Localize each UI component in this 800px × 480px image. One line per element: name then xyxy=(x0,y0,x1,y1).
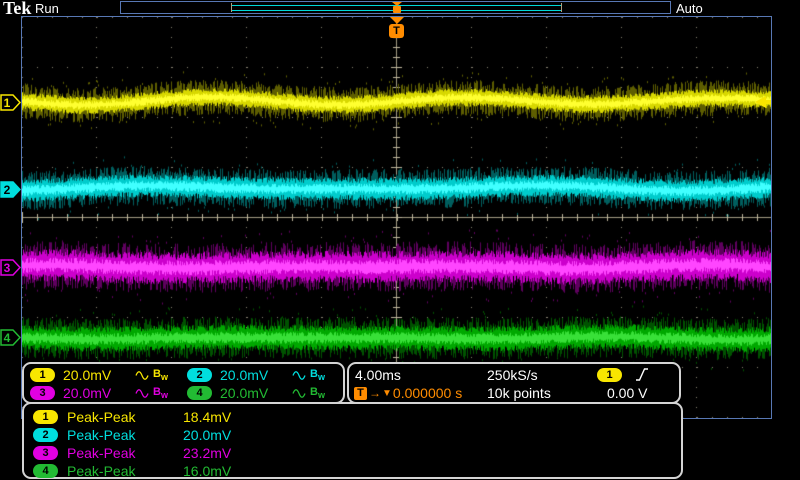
svg-text:4: 4 xyxy=(4,331,11,345)
channel-readout-box: 1 20.0mV Bw 2 20.0mV Bw 3 20.0mV Bw 4 20… xyxy=(22,362,345,404)
measurement-row: 2 Peak-Peak 20.0mV xyxy=(33,427,231,443)
channel-1-position-badge[interactable]: 1 xyxy=(0,94,21,111)
ac-coupling-icon xyxy=(292,370,306,380)
channel-1-readout: 1 20.0mV Bw xyxy=(30,367,168,383)
svg-text:2: 2 xyxy=(4,183,11,197)
trigger-arrow-down-icon xyxy=(389,17,404,24)
channel-3-readout: 3 20.0mV Bw xyxy=(30,385,168,401)
measurement-label: Peak-Peak xyxy=(67,409,136,425)
trigger-arrow-down-icon: ▼ xyxy=(382,387,392,399)
sample-rate: 250kS/s xyxy=(487,367,538,383)
measurement-row: 4 Peak-Peak 16.0mV xyxy=(33,463,231,479)
measurements-box: 1 Peak-Peak 18.4mV 2 Peak-Peak 20.0mV 3 … xyxy=(22,402,683,479)
horizontal-trigger-readout-box: 4.00ms 250kS/s 1 T → ▼ 0.000000 s 10k po… xyxy=(347,362,681,404)
channel-3-position-badge[interactable]: 3 xyxy=(0,259,21,276)
measurement-value: 18.4mV xyxy=(183,409,232,425)
oscilloscope-screen: Tek Run Auto T 1 2 3 4 1 20.0mV Bw 2 20.… xyxy=(0,0,800,480)
waveform-display: T xyxy=(21,16,772,419)
channel-3-scale: 20.0mV xyxy=(63,385,112,401)
measurement-value: 16.0mV xyxy=(183,463,232,479)
measurement-label: Peak-Peak xyxy=(67,445,136,461)
trigger-source-badge: 1 xyxy=(597,368,622,382)
ac-coupling-icon xyxy=(135,388,149,398)
measurement-value: 20.0mV xyxy=(183,427,232,443)
trigger-slope-rising-icon xyxy=(636,368,648,381)
trigger-level-value: 0.00 V xyxy=(607,385,648,401)
trigger-t-icon: T xyxy=(354,386,367,400)
channel-1-badge: 1 xyxy=(30,368,55,382)
trigger-status: Auto xyxy=(676,1,703,16)
record-view-left-bracket xyxy=(231,3,232,12)
measurement-label: Peak-Peak xyxy=(67,463,136,479)
trigger-position-value: 0.000000 s xyxy=(392,385,463,401)
svg-text:3: 3 xyxy=(4,261,11,275)
channel-4-readout: 4 20.0mV Bw xyxy=(187,385,325,401)
trigger-level-arrow-icon[interactable] xyxy=(755,96,771,108)
bandwidth-limit-icon: Bw xyxy=(153,367,168,383)
channel-3-badge: 3 xyxy=(33,446,58,460)
channel-4-position-badge[interactable]: 4 xyxy=(0,329,21,346)
channel-1-scale: 20.0mV xyxy=(63,367,112,383)
top-status-bar: Tek Run Auto xyxy=(0,0,800,18)
bandwidth-limit-icon: Bw xyxy=(310,367,325,383)
trigger-position-readout: T → ▼ 0.000000 s xyxy=(354,385,462,401)
bandwidth-limit-icon: Bw xyxy=(153,385,168,401)
ac-coupling-icon xyxy=(135,370,149,380)
channel-4-badge: 4 xyxy=(187,386,212,400)
channel-2-readout: 2 20.0mV Bw xyxy=(187,367,325,383)
acquisition-status: Run xyxy=(35,1,59,16)
record-view-bar xyxy=(120,1,671,14)
record-length: 10k points xyxy=(487,385,551,401)
measurement-row: 3 Peak-Peak 23.2mV xyxy=(33,445,231,461)
bandwidth-limit-icon: Bw xyxy=(310,385,325,401)
waveform-canvas xyxy=(22,17,771,418)
ac-coupling-icon xyxy=(292,388,306,398)
channel-3-badge: 3 xyxy=(30,386,55,400)
channel-4-scale: 20.0mV xyxy=(220,385,269,401)
trigger-t-badge: T xyxy=(389,24,404,38)
svg-text:1: 1 xyxy=(4,96,11,110)
measurement-row: 1 Peak-Peak 18.4mV xyxy=(33,409,231,425)
measurement-label: Peak-Peak xyxy=(67,427,136,443)
measurement-value: 23.2mV xyxy=(183,445,232,461)
channel-2-position-badge[interactable]: 2 xyxy=(0,181,21,198)
channel-1-badge: 1 xyxy=(33,410,58,424)
channel-2-badge: 2 xyxy=(187,368,212,382)
channel-2-badge: 2 xyxy=(33,428,58,442)
record-view-right-bracket xyxy=(561,3,562,12)
trigger-position-marker-icon[interactable]: T xyxy=(388,17,405,38)
horizontal-scale: 4.00ms xyxy=(355,367,401,383)
channel-4-badge: 4 xyxy=(33,464,58,478)
trigger-arrow-right-icon: → xyxy=(369,385,381,400)
record-view-trigger-marker-icon[interactable] xyxy=(390,2,404,13)
channel-2-scale: 20.0mV xyxy=(220,367,269,383)
